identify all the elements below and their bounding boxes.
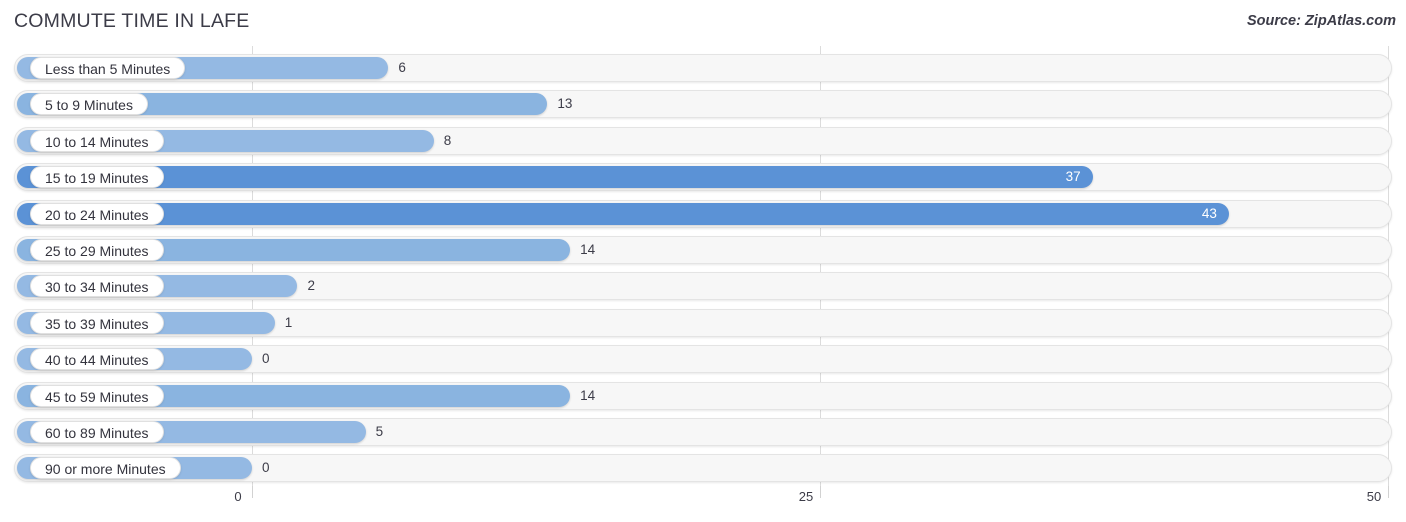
page-title: COMMUTE TIME IN LAFE xyxy=(14,10,250,32)
category-label: 90 or more Minutes xyxy=(30,457,181,480)
category-label: 5 to 9 Minutes xyxy=(30,93,148,116)
category-label: Less than 5 Minutes xyxy=(30,57,186,79)
bar-row[interactable]: 8 10 to 14 Minutes xyxy=(14,126,1392,155)
bar-value-label: 1 xyxy=(284,314,293,330)
bar-row[interactable]: 0 90 or more Minutes xyxy=(14,454,1392,483)
bar[interactable]: 43 xyxy=(17,202,1229,225)
bar-row[interactable]: 2 30 to 34 Minutes xyxy=(14,272,1392,301)
bar-value-label: 2 xyxy=(307,278,315,294)
category-label: 15 to 19 Minutes xyxy=(30,166,164,189)
bar-value-label: 5 xyxy=(375,424,384,439)
bar[interactable]: 37 xyxy=(17,166,1093,189)
axis-tick-mark xyxy=(1388,486,1389,498)
bar-row[interactable]: 0 40 to 44 Minutes xyxy=(14,345,1392,374)
bar-row[interactable]: 13 5 to 9 Minutes xyxy=(14,90,1392,119)
bar-value-label: 37 xyxy=(1065,169,1081,185)
category-label: 20 to 24 Minutes xyxy=(30,202,164,225)
axis-tick-mark xyxy=(820,486,821,498)
source-note: Source: ZipAtlas.com xyxy=(1246,13,1396,29)
x-axis: 0 25 50 xyxy=(0,486,1406,522)
bar-row[interactable]: 14 25 to 29 Minutes xyxy=(14,236,1392,264)
bar-value-label: 8 xyxy=(443,132,452,148)
bar-row[interactable]: 37 15 to 19 Minutes xyxy=(14,163,1392,192)
bar-value-label: 43 xyxy=(1201,205,1217,221)
axis-tick-label: 50 xyxy=(1366,489,1382,504)
category-label: 10 to 14 Minutes xyxy=(30,129,164,152)
bar-value-label: 14 xyxy=(580,242,596,257)
category-label: 60 to 89 Minutes xyxy=(30,421,164,443)
category-label: 35 to 39 Minutes xyxy=(30,311,164,334)
axis-tick-label: 0 xyxy=(234,489,242,504)
bar-row[interactable]: 1 35 to 39 Minutes xyxy=(14,308,1392,337)
bar-row[interactable]: 6 Less than 5 Minutes xyxy=(14,54,1392,82)
category-label: 30 to 34 Minutes xyxy=(30,275,164,298)
bar-rows: 6 Less than 5 Minutes 13 5 to 9 Minutes 8 10 … xyxy=(0,46,1406,486)
bar-value-label: 6 xyxy=(398,60,406,75)
bar-row[interactable]: 14 45 to 59 Minutes xyxy=(14,381,1392,410)
bar-value-label: 14 xyxy=(580,387,596,403)
chart-plot-area: 6 Less than 5 Minutes 13 5 to 9 Minutes 8 10 … xyxy=(0,46,1406,486)
category-label: 25 to 29 Minutes xyxy=(30,239,164,261)
chart-header: COMMUTE TIME IN LAFE Source: ZipAtlas.co… xyxy=(0,0,1406,46)
bar-value-label: 0 xyxy=(262,460,270,476)
category-label: 40 to 44 Minutes xyxy=(30,348,164,371)
bar-value-label: 13 xyxy=(557,96,573,112)
bar-row[interactable]: 43 20 to 24 Minutes xyxy=(14,199,1392,228)
axis-tick-mark xyxy=(252,486,253,498)
category-label: 45 to 59 Minutes xyxy=(30,384,164,407)
bar-row[interactable]: 5 60 to 89 Minutes xyxy=(14,418,1392,446)
bar-value-label: 0 xyxy=(262,351,270,367)
axis-tick-label: 25 xyxy=(798,489,814,504)
